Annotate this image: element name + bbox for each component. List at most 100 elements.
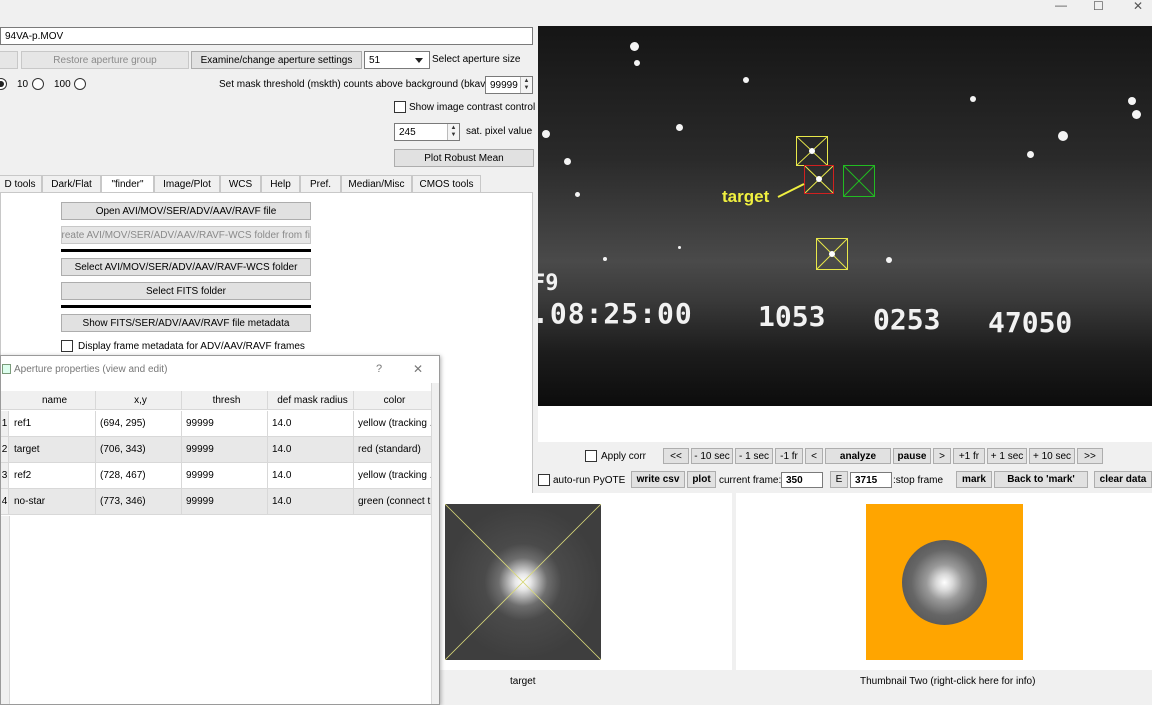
- cell-name[interactable]: ref2: [10, 463, 95, 488]
- table-row[interactable]: 1 ref1 (694, 295) 99999 14.0 yellow (tra…: [1, 411, 431, 437]
- contrast-checkbox[interactable]: [394, 101, 406, 113]
- frame-metadata-checkbox[interactable]: [61, 340, 73, 352]
- stop-frame-input[interactable]: 3715: [850, 472, 892, 488]
- close-window-button[interactable]: ✕: [1133, 0, 1143, 13]
- tab-pref[interactable]: Pref.: [300, 175, 341, 192]
- cell-thresh[interactable]: 99999: [182, 437, 267, 462]
- cell-thresh[interactable]: 99999: [182, 463, 267, 488]
- tab-dark-flat[interactable]: Dark/Flat: [42, 175, 101, 192]
- e-button[interactable]: E: [830, 471, 848, 488]
- fwd-1-sec-button[interactable]: + 1 sec: [987, 448, 1027, 464]
- tab-median-misc[interactable]: Median/Misc: [341, 175, 412, 192]
- minimize-button[interactable]: —: [1055, 0, 1067, 12]
- write-csv-button[interactable]: write csv: [631, 471, 685, 488]
- tab-image-plot[interactable]: Image/Plot: [154, 175, 220, 192]
- tab-help[interactable]: Help: [261, 175, 300, 192]
- tab-finder[interactable]: "finder": [101, 175, 154, 192]
- back-10-sec-button[interactable]: - 10 sec: [691, 448, 733, 464]
- cell-radius[interactable]: 14.0: [268, 489, 353, 514]
- mark-button[interactable]: mark: [956, 471, 992, 488]
- table-row[interactable]: 3 ref2 (728, 467) 99999 14.0 yellow (tra…: [1, 463, 431, 489]
- current-frame-input[interactable]: 350: [781, 472, 823, 488]
- radio-10[interactable]: [32, 78, 44, 90]
- table-row[interactable]: 4 no-star (773, 346) 99999 14.0 green (c…: [1, 489, 431, 515]
- select-fits-folder-button[interactable]: Select FITS folder: [61, 282, 311, 300]
- thumbnail-two-panel[interactable]: [736, 493, 1152, 670]
- examine-aperture-button[interactable]: Examine/change aperture settings: [191, 51, 362, 69]
- col-header-color[interactable]: color: [354, 391, 431, 409]
- create-wcs-folder-button[interactable]: Create AVI/MOV/SER/ADV/AAV/RAVF-WCS fold…: [61, 226, 311, 244]
- auto-run-pyote-checkbox[interactable]: [538, 474, 550, 486]
- cell-name[interactable]: no-star: [10, 489, 95, 514]
- aperture-box-ref2[interactable]: [816, 238, 848, 270]
- last-frame-button[interactable]: >>: [1077, 448, 1103, 464]
- cell-radius[interactable]: 14.0: [268, 411, 353, 436]
- back-1-sec-button[interactable]: - 1 sec: [735, 448, 773, 464]
- aperture-box-target[interactable]: [804, 165, 834, 194]
- first-frame-button[interactable]: <<: [663, 448, 689, 464]
- aperture-box-ref1[interactable]: [796, 136, 828, 166]
- table-row[interactable]: 2 target (706, 343) 99999 14.0 red (stan…: [1, 437, 431, 463]
- cell-radius[interactable]: 14.0: [268, 437, 353, 462]
- analyze-button[interactable]: analyze: [825, 448, 891, 464]
- col-header-radius[interactable]: def mask radius: [268, 391, 353, 409]
- mask-threshold-input[interactable]: 99999 ▲ ▼: [485, 76, 533, 94]
- tab-wcs[interactable]: WCS: [220, 175, 261, 192]
- cell-xy[interactable]: (694, 295): [96, 411, 181, 436]
- cell-color[interactable]: green (connect t...: [354, 489, 431, 514]
- image-view[interactable]: target F9 .08:25:00 1053 0253 47050: [538, 26, 1152, 406]
- spinner-icon[interactable]: ▲ ▼: [520, 77, 532, 93]
- spinner-icon[interactable]: ▲ ▼: [447, 124, 459, 140]
- cell-xy[interactable]: (728, 467): [96, 463, 181, 488]
- cell-name[interactable]: ref1: [10, 411, 95, 436]
- radio-100-label: 100: [54, 79, 71, 90]
- clear-data-button[interactable]: clear data: [1094, 471, 1152, 488]
- restore-aperture-button[interactable]: Restore aperture group: [21, 51, 189, 69]
- cell-color[interactable]: yellow (tracking ...: [354, 463, 431, 488]
- table-header: name x,y thresh def mask radius color: [1, 391, 431, 410]
- star: [970, 96, 976, 102]
- col-header-xy[interactable]: x,y: [96, 391, 181, 409]
- open-file-button[interactable]: Open AVI/MOV/SER/ADV/AAV/RAVF file: [61, 202, 311, 220]
- fwd-10-sec-button[interactable]: + 10 sec: [1029, 448, 1075, 464]
- close-icon[interactable]: ✕: [413, 362, 423, 376]
- thumbnail-one-panel[interactable]: [440, 493, 732, 670]
- prev-button[interactable]: <: [805, 448, 823, 464]
- star: [886, 257, 892, 263]
- cell-xy[interactable]: (706, 343): [96, 437, 181, 462]
- aperture-size-select[interactable]: 51: [364, 51, 430, 69]
- col-header-thresh[interactable]: thresh: [182, 391, 267, 409]
- col-header-name[interactable]: name: [10, 391, 95, 409]
- plot-robust-mean-button[interactable]: Plot Robust Mean: [394, 149, 534, 167]
- star: [1132, 110, 1141, 119]
- cell-color[interactable]: red (standard): [354, 437, 431, 462]
- radio-100[interactable]: [74, 78, 86, 90]
- left-cut-button[interactable]: [0, 51, 18, 69]
- fwd-1-frame-button[interactable]: +1 fr: [953, 448, 985, 464]
- select-wcs-folder-button[interactable]: Select AVI/MOV/SER/ADV/AAV/RAVF-WCS fold…: [61, 258, 311, 276]
- star: [575, 192, 580, 197]
- back-1-frame-button[interactable]: -1 fr: [775, 448, 803, 464]
- radio-unknown[interactable]: [0, 78, 7, 90]
- maximize-button[interactable]: ☐: [1093, 0, 1104, 13]
- cell-radius[interactable]: 14.0: [268, 463, 353, 488]
- star: [676, 124, 683, 131]
- aperture-box-no-star[interactable]: [843, 165, 875, 197]
- cell-name[interactable]: target: [10, 437, 95, 462]
- cell-thresh[interactable]: 99999: [182, 411, 267, 436]
- cell-thresh[interactable]: 99999: [182, 489, 267, 514]
- show-metadata-button[interactable]: Show FITS/SER/ADV/AAV/RAVF file metadata: [61, 314, 311, 332]
- back-to-mark-button[interactable]: Back to 'mark': [994, 471, 1088, 488]
- tab-d-tools[interactable]: D tools: [0, 175, 42, 192]
- apply-corr-checkbox[interactable]: [585, 450, 597, 462]
- dialog-scrollbar[interactable]: [431, 383, 439, 704]
- cell-color[interactable]: yellow (tracking ...: [354, 411, 431, 436]
- sat-pixel-input[interactable]: 245 ▲ ▼: [394, 123, 460, 141]
- cell-xy[interactable]: (773, 346): [96, 489, 181, 514]
- pause-button[interactable]: pause: [893, 448, 931, 464]
- tab-cmos-tools[interactable]: CMOS tools: [412, 175, 481, 192]
- plot-button[interactable]: plot: [687, 471, 716, 488]
- next-button[interactable]: >: [933, 448, 951, 464]
- help-icon[interactable]: ?: [376, 363, 382, 375]
- star: [743, 77, 749, 83]
